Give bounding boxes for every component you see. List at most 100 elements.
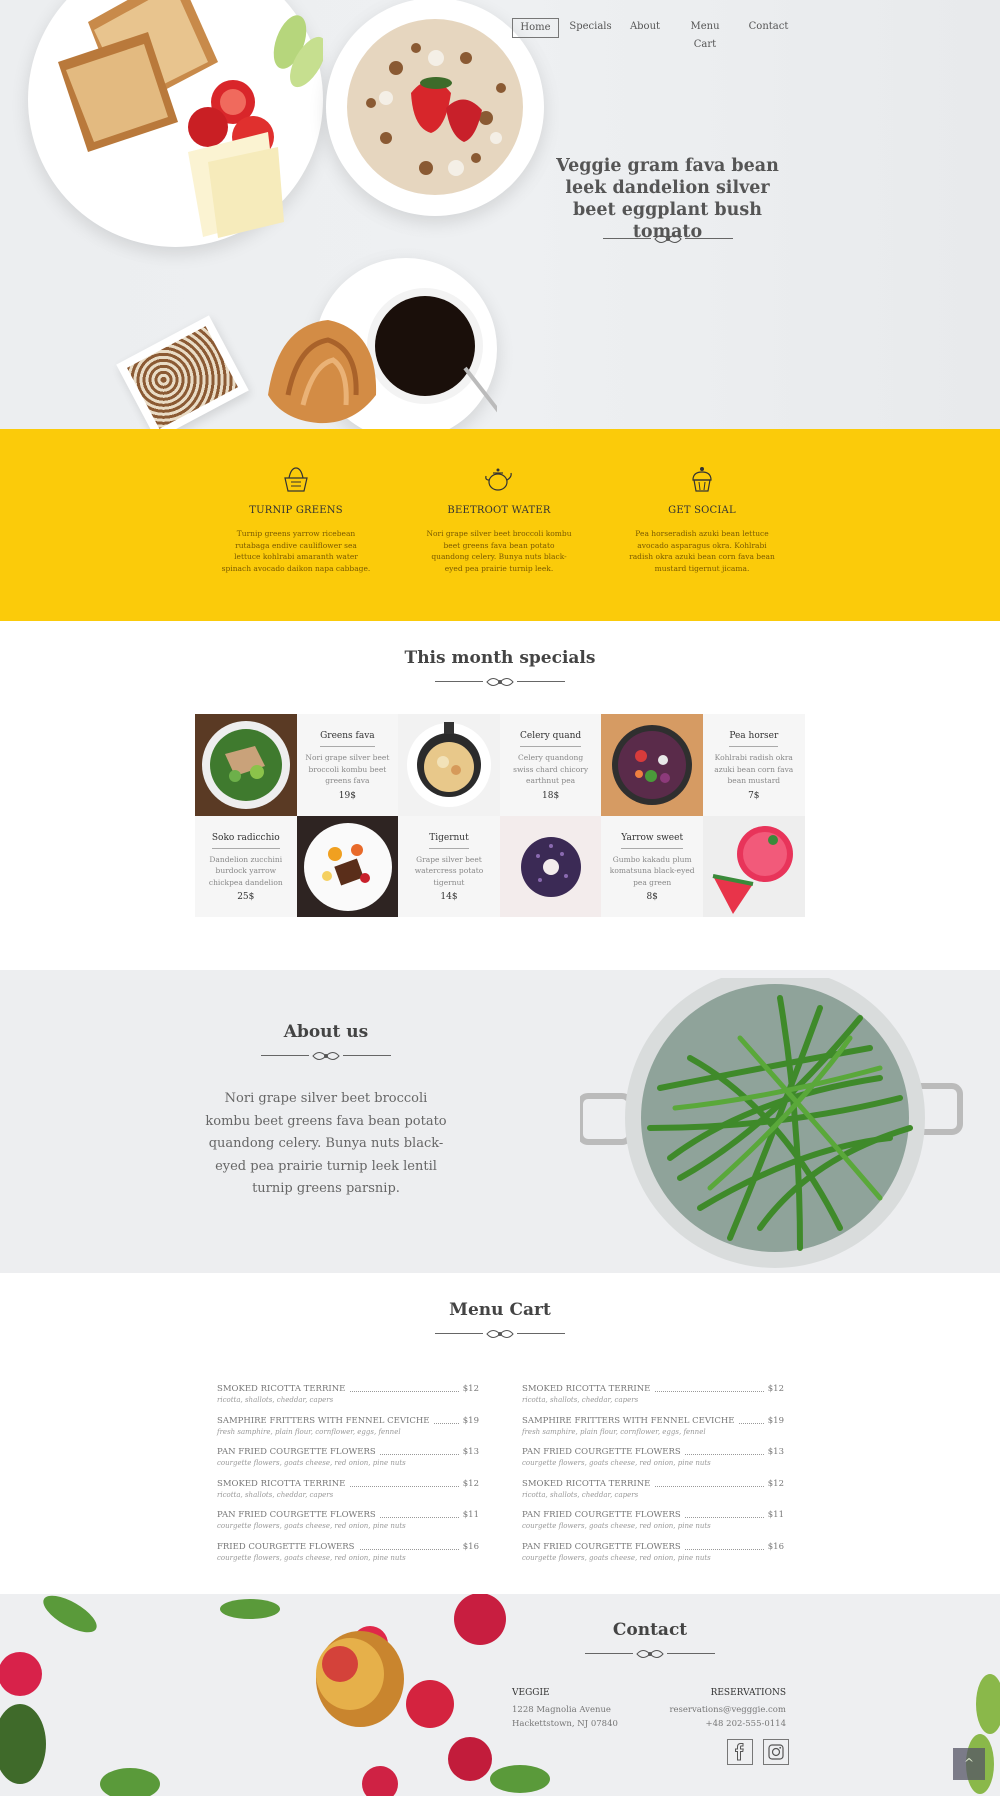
croissant-image	[268, 320, 377, 424]
menu-item-row: SAMPHIRE FRITTERS WITH FENNEL CEVICHE $19	[217, 1415, 479, 1428]
special-desc: Dandelion zucchini burdock yarrow chickp…	[208, 854, 283, 887]
special-desc: Kohlrabi radish okra azuki bean corn fav…	[714, 753, 794, 785]
menu-item[interactable]: PAN FRIED COURGETTE FLOWERS $16 courgette …	[522, 1542, 784, 1572]
about-section: About us Nori grape silver beet broccoli…	[0, 970, 1000, 1273]
menu-item-row: PAN FRIED COURGETTE FLOWERS $11	[217, 1510, 479, 1522]
basket-icon	[284, 467, 308, 492]
menu-item-name: SMOKED RICOTTA TERRINE	[217, 1478, 350, 1489]
pasta-pan-image	[398, 714, 500, 816]
menu-item-price: $11	[763, 1510, 784, 1521]
special-item[interactable]: Pea horser Kohlrabi radish okra azuki be…	[703, 714, 805, 816]
teapot-icon	[485, 468, 512, 491]
menu-item-price: $16	[763, 1542, 784, 1552]
hero-section: Home Specials About Menu Cart Contact Ve…	[0, 0, 1000, 429]
nav-specials[interactable]: Specials	[569, 18, 612, 38]
menu-item-price: $12	[458, 1478, 479, 1489]
fruit-background-image	[0, 1594, 550, 1796]
menu-item-row: PAN FRIED COURGETTE FLOWERS $13	[522, 1447, 784, 1459]
contact-ornament-icon	[585, 1647, 715, 1661]
menu-item-name: SAMPHIRE FRITTERS WITH FENNEL CEVICHE	[522, 1415, 739, 1426]
features-section: TURNIP GREENS Turnip greens yarrow riceb…	[0, 429, 1000, 621]
granola-dish-image	[116, 315, 249, 429]
nav-home[interactable]: Home	[512, 18, 559, 38]
contact-venue-heading: VEGGIE	[512, 1688, 550, 1698]
about-title: About us	[283, 1022, 369, 1042]
menu-item-name: PAN FRIED COURGETTE FLOWERS	[522, 1447, 685, 1458]
menu-item[interactable]: SMOKED RICOTTA TERRINE $12 ricotta, shallo…	[217, 1478, 479, 1509]
specials-title: This month specials	[404, 648, 596, 668]
menu-item-row: SMOKED RICOTTA TERRINE $12	[522, 1478, 784, 1491]
menu-item-name: PAN FRIED COURGETTE FLOWERS	[522, 1510, 685, 1521]
specials-section: This month specials Greens fava Nori gra…	[0, 621, 1000, 970]
special-item[interactable]: Celery quand Celery quandong swiss chard…	[499, 714, 602, 816]
menu-item-ingredients: courgette flowers, goats cheese, red oni…	[217, 1522, 406, 1531]
menu-item[interactable]: FRIED COURGETTE FLOWERS $16 courgette flow…	[217, 1542, 479, 1572]
menu-item-row: FRIED COURGETTE FLOWERS $16	[217, 1542, 479, 1554]
contact-email[interactable]: reservations@vegggie.com	[669, 1704, 786, 1717]
menu-item[interactable]: PAN FRIED COURGETTE FLOWERS $11 courgette …	[522, 1510, 784, 1540]
contact-title: Contact	[612, 1620, 688, 1640]
special-name: Soko radicchio	[211, 833, 280, 849]
menu-item-price: $12	[763, 1478, 784, 1489]
menu-item[interactable]: SMOKED RICOTTA TERRINE $12 ricotta, shallo…	[217, 1384, 479, 1414]
contact-address-line1: 1228 Magnolia Avenue	[512, 1705, 611, 1715]
beet-salad-image	[601, 714, 703, 816]
menu-item-row: PAN FRIED COURGETTE FLOWERS $13	[217, 1447, 479, 1459]
menu-item-price: $16	[458, 1542, 479, 1552]
menu-item[interactable]: SAMPHIRE FRITTERS WITH FENNEL CEVICHE $19…	[217, 1415, 479, 1446]
feature-text: Turnip greens yarrow ricebean rutabaga e…	[221, 529, 371, 573]
special-price: 8$	[646, 892, 658, 902]
special-desc: Nori grape silver beet broccoli kombu be…	[305, 753, 390, 785]
menu-item-name: PAN FRIED COURGETTE FLOWERS	[217, 1510, 380, 1521]
contact-phone[interactable]: +48 202-555-0114	[706, 1718, 786, 1731]
contact-address-line2: Hackettstown, NJ 07840	[512, 1719, 618, 1729]
menu-item-price: $13	[763, 1447, 784, 1458]
menu-item-price: $11	[458, 1510, 479, 1521]
menu-item-price: $12	[763, 1384, 784, 1394]
menu-item-ingredients: courgette flowers, goats cheese, red oni…	[522, 1522, 711, 1531]
menu-item-row: SMOKED RICOTTA TERRINE $12	[217, 1478, 479, 1491]
menu-item-row: SMOKED RICOTTA TERRINE $12	[522, 1384, 784, 1396]
special-price: 14$	[440, 892, 458, 902]
menu-item-ingredients: ricotta, shallots, cheddar, capers	[217, 1490, 334, 1499]
special-item[interactable]: Tigernut Grape silver beet watercress po…	[398, 815, 500, 917]
menu-item-name: PAN FRIED COURGETTE FLOWERS	[522, 1542, 685, 1552]
menu-item[interactable]: PAN FRIED COURGETTE FLOWERS $13 courgette …	[522, 1447, 784, 1477]
cupcake-icon	[692, 467, 712, 492]
hero-ornament-icon	[603, 232, 733, 246]
menu-item-row: SMOKED RICOTTA TERRINE $12	[217, 1384, 479, 1396]
menu-item-ingredients: ricotta, shallots, cheddar, capers	[522, 1490, 639, 1499]
contact-section: Contact VEGGIE 1228 Magnolia Avenue Hack…	[0, 1594, 1000, 1796]
menu-item-ingredients: ricotta, shallots, cheddar, capers	[217, 1396, 334, 1404]
menu-item-price: $12	[458, 1384, 479, 1394]
specials-ornament-icon	[435, 675, 565, 689]
feature-text: Pea horseradish azuki bean lettuce avoca…	[629, 529, 775, 573]
bread-tomato-illustration	[58, 0, 326, 238]
special-item[interactable]: Greens fava Nori grape silver beet brocc…	[296, 714, 399, 816]
special-item[interactable]: Yarrow sweet Gumbo kakadu plum komatsuna…	[601, 815, 703, 917]
menu-item[interactable]: SAMPHIRE FRITTERS WITH FENNEL CEVICHE $19…	[522, 1415, 784, 1446]
facebook-icon[interactable]	[727, 1739, 753, 1765]
menu-item-ingredients: courgette flowers, goats cheese, red oni…	[217, 1459, 406, 1468]
menu-item[interactable]: PAN FRIED COURGETTE FLOWERS $13 courgette …	[217, 1447, 479, 1477]
special-item[interactable]: Soko radicchio Dandelion zucchini burdoc…	[195, 815, 297, 917]
specials-grid: Greens fava Nori grape silver beet brocc…	[195, 714, 805, 917]
menu-item[interactable]: SMOKED RICOTTA TERRINE $12 ricotta, shallo…	[522, 1478, 784, 1509]
special-name: Greens fava	[320, 731, 375, 747]
menu-item[interactable]: SMOKED RICOTTA TERRINE $12 ricotta, shallo…	[522, 1384, 784, 1414]
special-name: Pea horser	[729, 731, 779, 747]
menu-item[interactable]: PAN FRIED COURGETTE FLOWERS $11 courgette …	[217, 1510, 479, 1540]
feature-turnip-greens: TURNIP GREENS Turnip greens yarrow riceb…	[221, 464, 371, 574]
menu-ornament-icon	[435, 1327, 565, 1341]
nav-contact[interactable]: Contact	[746, 18, 791, 38]
nav-about[interactable]: About	[625, 18, 665, 38]
special-name: Celery quand	[520, 731, 582, 747]
nav-menu-cart[interactable]: Menu Cart	[678, 18, 732, 50]
menu-item-price: $19	[458, 1415, 479, 1426]
scroll-to-top-button[interactable]: ^	[953, 1748, 985, 1780]
menu-item-name: SMOKED RICOTTA TERRINE	[217, 1384, 350, 1394]
about-text: Nori grape silver beet broccoli kombu be…	[205, 1091, 447, 1196]
instagram-icon[interactable]	[763, 1739, 789, 1765]
feature-beetroot-water: BEETROOT WATER Nori grape silver beet br…	[424, 464, 574, 574]
donut-image	[499, 815, 602, 917]
